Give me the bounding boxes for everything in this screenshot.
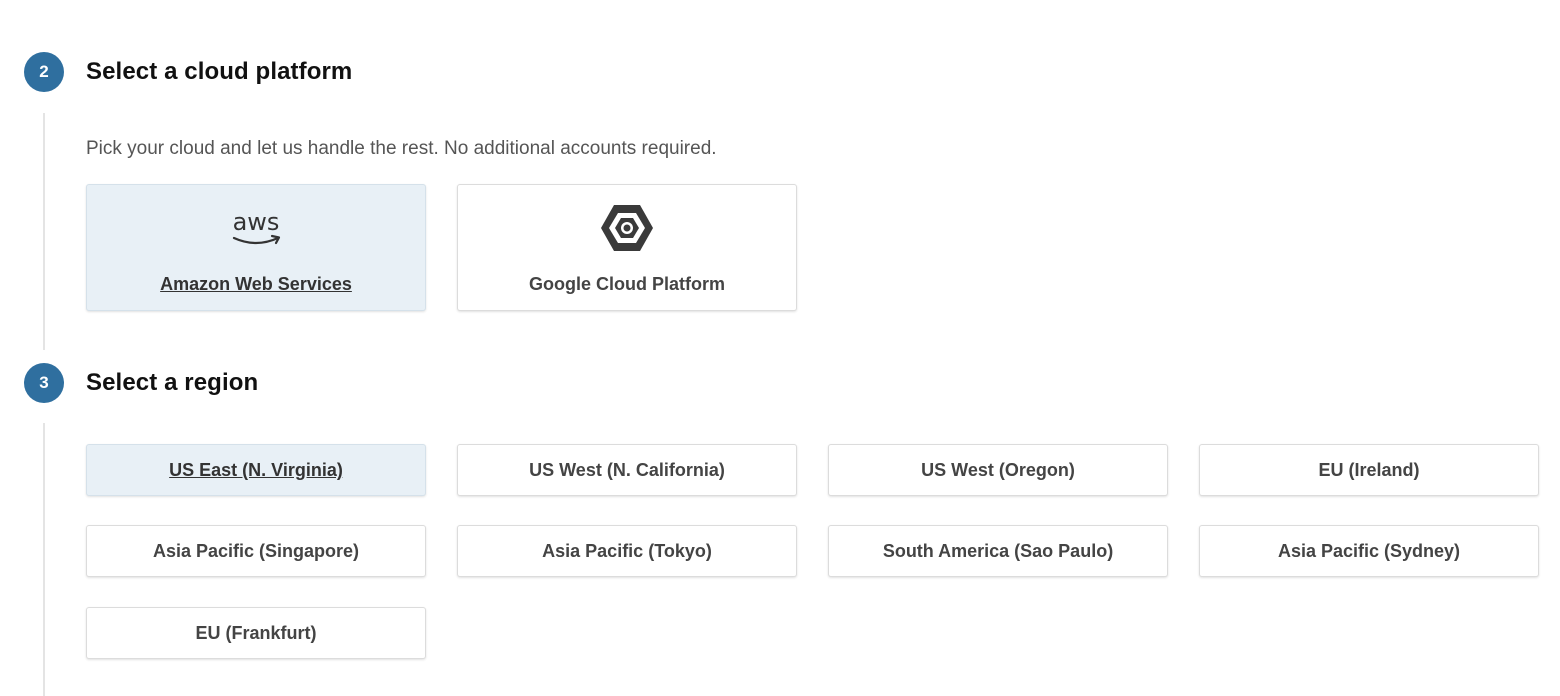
step-connector-line <box>43 423 45 696</box>
cluster-setup-page: 2 Select a cloud platform Pick your clou… <box>0 0 1560 696</box>
region-option[interactable]: Asia Pacific (Singapore) <box>86 525 426 577</box>
region-option[interactable]: US West (N. California) <box>457 444 797 496</box>
cloud-platform-description: Pick your cloud and let us handle the re… <box>86 138 717 159</box>
step-connector-line <box>43 113 45 350</box>
region-option[interactable]: Asia Pacific (Sydney) <box>1199 525 1539 577</box>
provider-label-aws: Amazon Web Services <box>160 274 352 294</box>
google-cloud-hexagon-icon <box>458 203 796 253</box>
region-option[interactable]: EU (Ireland) <box>1199 444 1539 496</box>
region-label: EU (Frankfurt) <box>195 622 317 643</box>
region-label: US East (N. Virginia) <box>169 459 343 480</box>
region-label: US West (Oregon) <box>921 459 1075 480</box>
region-option[interactable]: US East (N. Virginia) <box>86 444 426 496</box>
region-label: US West (N. California) <box>529 459 725 480</box>
aws-logo-icon: aws <box>87 203 425 253</box>
step-number-badge: 2 <box>24 52 64 92</box>
step-number-badge: 3 <box>24 363 64 403</box>
region-option[interactable]: US West (Oregon) <box>828 444 1168 496</box>
region-label: Asia Pacific (Tokyo) <box>542 540 712 561</box>
region-label: South America (Sao Paulo) <box>882 540 1114 561</box>
region-label: Asia Pacific (Singapore) <box>152 540 360 561</box>
region-label: EU (Ireland) <box>1318 459 1420 480</box>
region-option[interactable]: South America (Sao Paulo) <box>828 525 1168 577</box>
aws-logo-text: aws <box>233 208 280 236</box>
provider-card-aws[interactable]: aws Amazon Web Services <box>86 184 426 311</box>
provider-label-gcp: Google Cloud Platform <box>529 274 725 294</box>
region-option[interactable]: Asia Pacific (Tokyo) <box>457 525 797 577</box>
step-title-region: Select a region <box>86 369 259 396</box>
region-option[interactable]: EU (Frankfurt) <box>86 607 426 659</box>
provider-card-gcp[interactable]: Google Cloud Platform <box>457 184 797 311</box>
step-title-cloud-platform: Select a cloud platform <box>86 58 353 85</box>
region-label: Asia Pacific (Sydney) <box>1277 540 1461 561</box>
